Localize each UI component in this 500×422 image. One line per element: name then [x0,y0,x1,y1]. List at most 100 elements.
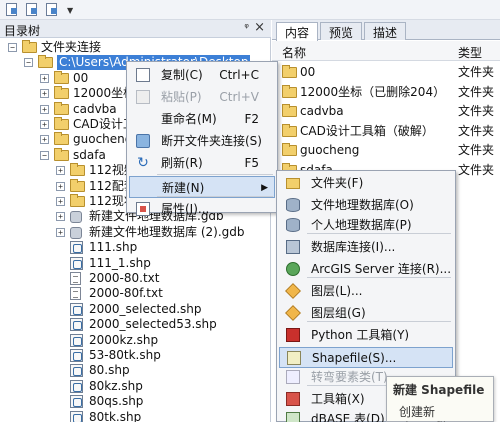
expand-icon[interactable]: + [56,166,65,176]
context-menu-item[interactable]: 新建(N) ▶ [129,176,275,198]
catalog-tree-header: 目录树 ᵠ × [0,20,271,38]
context-menu-item[interactable]: 属性(I)... [129,198,275,220]
tree-item[interactable]: 80.shp [0,363,270,378]
context-menu-item[interactable]: 重命名(M) F2 [129,108,275,130]
new-submenu-item-label: Python 工具箱(Y) [311,328,410,342]
new-submenu-item[interactable]: Shapefile(S)... [279,347,453,368]
tree-item-label: 2000-80f.txt [89,286,163,301]
context-menu-item[interactable]: 断开文件夹连接(S) [129,130,275,152]
expand-icon[interactable]: + [40,135,49,145]
column-name-header[interactable]: 名称 [282,44,306,61]
paste-icon [136,90,150,104]
expand-icon[interactable]: + [40,89,49,99]
layer-icon [285,283,301,299]
shapefile-icon [70,318,83,332]
tree-item-label: 111_1.shp [89,255,151,270]
list-item-name: 00 [300,65,316,79]
folder-icon [70,163,85,177]
tree-item-label: 2000_selected53.shp [89,317,217,332]
toolbar-dropdown-icon[interactable]: ▼ [67,6,73,15]
tree-item[interactable]: 2000kz.shp [0,333,270,348]
tab-contents[interactable]: 内容 [276,22,319,41]
list-item-type: 文件夹 [458,84,495,99]
view-options-icon[interactable] [44,2,60,18]
tree-item[interactable]: 2000-80f.txt [0,286,270,301]
new-submenu-item[interactable]: 文件地理数据库(O) [279,195,453,216]
close-icon[interactable]: × [254,20,265,35]
connect-folder-icon[interactable] [4,2,20,18]
tab-description[interactable]: 描述 [364,22,407,40]
tree-item-label: sdafa [73,147,106,162]
list-item-name: cadvba [300,104,344,118]
list-item-type: 文件夹 [458,143,495,157]
tree-item-label: 111.shp [89,240,138,255]
list-item[interactable]: 12000坐标（已删除204） 文件夹 [272,83,500,102]
shapefile-icon [70,364,83,378]
context-menu-item[interactable]: 复制(C) Ctrl+C [129,64,275,86]
expand-icon[interactable]: + [56,181,65,191]
tooltip-description: 创建新 shapefile [399,405,454,422]
list-item[interactable]: guocheng 文件夹 [272,141,500,160]
list-item[interactable]: 00 文件夹 [272,63,500,82]
expand-icon[interactable]: + [56,197,65,206]
expand-icon[interactable]: + [40,73,49,83]
tree-item[interactable]: 80qs.shp [0,394,270,409]
tree-item-label: 53-80tk.shp [89,348,161,362]
list-item-name: CAD设计工具箱（破解） [300,123,434,138]
tree-item[interactable]: 2000_selected.shp [0,302,270,317]
tree-item[interactable]: 53-80tk.shp [0,348,270,363]
tree-item[interactable]: − 文件夹连接 [0,40,270,55]
tree-item[interactable]: 2000-80.txt [0,271,270,286]
tree-item-label: cadvba [73,101,117,116]
tree-item[interactable]: 2000_selected53.shp [0,317,270,332]
expand-icon[interactable]: + [56,212,65,222]
menu-separator [307,233,451,234]
new-submenu-item[interactable]: 文件夹(F) [279,173,453,194]
tree-item[interactable]: + 新建文件地理数据库 (2).gdb [0,225,270,240]
new-submenu-item[interactable]: 图层(L)... [279,281,453,302]
context-menu: 复制(C) Ctrl+C 粘贴(P) Ctrl+V 重命名(M) F2 断开文件夹连接(S)… [126,61,278,216]
list-item-name: guocheng [300,143,360,157]
collapse-icon[interactable]: − [24,58,33,68]
new-submenu-item[interactable]: Python 工具箱(Y) [279,325,453,346]
menu-separator [307,321,451,322]
new-submenu-item-label: 图层(L)... [311,284,363,298]
expand-icon[interactable]: + [56,227,65,237]
pin-icon[interactable]: ᵠ [244,21,249,34]
tree-item[interactable]: 111.shp [0,240,270,255]
shortcut-label: F2 [244,112,259,126]
tree-item[interactable]: 111_1.shp [0,256,270,271]
personal-geodatabase-icon [286,218,300,232]
new-submenu-item-label: Shapefile(S)... [312,351,397,365]
context-menu-item-label: 粘贴(P) [161,90,202,104]
folder-icon [54,86,69,100]
column-type-header[interactable]: 类型 [458,44,482,61]
shapefile-icon [70,395,83,409]
gdb-icon [70,211,82,224]
dbase-table-icon [286,412,300,422]
folder-icon [282,123,297,137]
menu-separator [157,196,273,197]
expand-icon[interactable]: + [40,120,49,129]
shapefile-icon [70,349,83,362]
list-item[interactable]: CAD设计工具箱（破解） 文件夹 [272,122,500,141]
new-item-icon[interactable] [24,2,40,18]
shortcut-label: Ctrl+C [219,68,259,82]
shapefile-icon [70,256,83,270]
list-item[interactable]: cadvba 文件夹 [272,102,500,121]
context-menu-item[interactable]: 粘贴(P) Ctrl+V [129,86,275,108]
file-geodatabase-icon [286,198,300,212]
arcgis-server-icon [286,262,300,276]
gdb-icon [70,226,82,239]
context-menu-item[interactable]: ↻ 刷新(R) F5 [129,152,275,174]
tab-preview[interactable]: 预览 [320,22,363,40]
tree-item[interactable]: 80kz.shp [0,379,270,394]
shortcut-label: Ctrl+V [219,90,259,104]
new-submenu-item[interactable]: 数据库连接(I)... [279,237,453,258]
collapse-icon[interactable]: − [8,43,17,52]
collapse-icon[interactable]: − [40,150,49,160]
toolbox-icon [286,392,300,406]
folder-icon [22,40,37,53]
expand-icon[interactable]: + [40,104,49,114]
tree-item[interactable]: 80tk.shp [0,410,270,422]
